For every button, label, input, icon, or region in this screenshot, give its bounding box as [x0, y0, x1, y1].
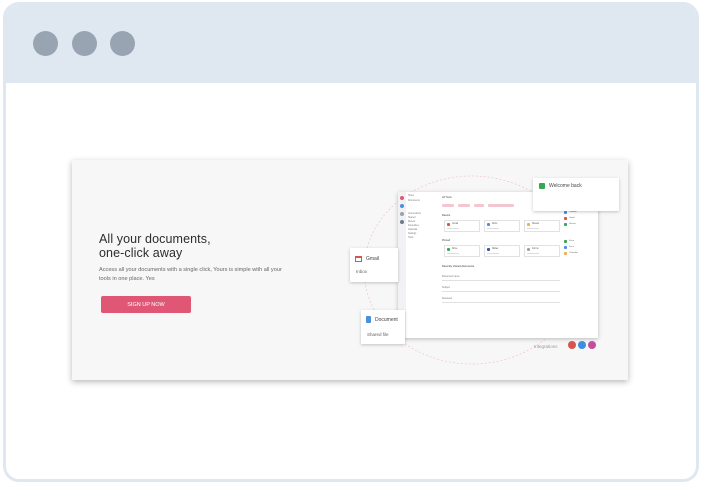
window-maximize-dot[interactable]: [110, 31, 135, 56]
tile-subline: [527, 253, 539, 254]
app-preview-window: Home Documents Connections Shared Recent…: [398, 192, 598, 338]
headline-line-2: one-click away: [99, 246, 183, 260]
nav-item: Favourites: [408, 225, 419, 227]
docs-icon: [487, 223, 490, 226]
rail-app-icon: [400, 204, 404, 208]
gmail-icon: [355, 256, 362, 262]
sheets-icon: [564, 223, 567, 226]
browser-titlebar: [6, 5, 696, 83]
app-tile[interactable]: Drive: [444, 245, 480, 257]
forms-icon: [527, 248, 530, 251]
tile-subline: [447, 253, 459, 254]
side-item: Calendar: [569, 252, 578, 254]
tile-label: Forms: [532, 248, 539, 250]
docs-card: Document Shared file: [361, 310, 405, 344]
gmail-icon: [447, 223, 450, 226]
sheets-icon: [527, 223, 530, 226]
app-tile[interactable]: Slides: [484, 245, 520, 257]
window-close-dot[interactable]: [33, 31, 58, 56]
nav-item: Recent: [408, 221, 416, 223]
filter-pill[interactable]: [488, 204, 514, 207]
drive-icon: [564, 240, 567, 243]
side-item: Drive: [569, 240, 575, 242]
side-item: Docs: [569, 246, 574, 248]
app-tile[interactable]: Forms: [524, 245, 560, 257]
outlook-icon: [564, 211, 567, 214]
app-title: All Tools: [442, 196, 452, 199]
slides-icon: [487, 248, 490, 251]
docs-icon: [366, 316, 371, 323]
docs-card-title: Document: [375, 317, 398, 323]
docs-icon: [564, 246, 567, 249]
filter-pill[interactable]: [442, 204, 454, 207]
headline-line-1: All your documents,: [99, 232, 211, 246]
window-minimize-dot[interactable]: [72, 31, 97, 56]
tile-subline: [447, 228, 459, 229]
app-tile[interactable]: Sheets: [524, 220, 560, 232]
signup-button[interactable]: SIGN UP NOW: [101, 296, 191, 313]
doc-field[interactable]: Document name: [442, 274, 560, 281]
section-title: Pinned: [442, 239, 451, 242]
section-title: Recently shared documents: [442, 265, 475, 268]
gmail-card: Gmail Inbox: [350, 248, 398, 282]
spreadsheet-icon: [539, 183, 545, 189]
tile-label: Slides: [492, 248, 499, 250]
nav-item: Settings: [408, 233, 417, 235]
nav-item: Shared: [408, 217, 416, 219]
app-tile[interactable]: Docs: [484, 220, 520, 232]
tile-subline: [487, 228, 499, 229]
tile-label: Gmail: [452, 223, 458, 225]
hero-subtext: Access all your documents with a single …: [99, 267, 282, 282]
tile-label: Docs: [492, 223, 498, 225]
teams-icon: [588, 341, 596, 349]
nav-item: Tools: [408, 237, 414, 239]
filter-pill[interactable]: [474, 204, 484, 207]
gmail-card-subtitle: Inbox: [356, 269, 368, 274]
doc-field[interactable]: Received: [442, 296, 560, 303]
side-item: Outlook: [569, 211, 577, 213]
app-side-panel: Outlook Gmail Sheets Drive Docs Calendar: [564, 206, 594, 286]
calendar-icon: [564, 252, 567, 255]
chrome-icon: [568, 341, 576, 349]
tile-subline: [487, 253, 499, 254]
nav-item: Connections: [408, 213, 421, 215]
tile-label: Sheets: [532, 223, 540, 225]
edge-icon: [578, 341, 586, 349]
side-item: Sheets: [569, 223, 576, 225]
tile-subline: [527, 228, 539, 229]
doc-field[interactable]: Subject: [442, 285, 560, 292]
gmail-card-title: Gmail: [366, 256, 380, 262]
filter-pill[interactable]: [458, 204, 470, 207]
nav-item: Documents: [408, 200, 420, 202]
app-tile[interactable]: Gmail: [444, 220, 480, 232]
app-logo-icon: [400, 196, 404, 200]
gmail-icon: [564, 217, 567, 220]
side-item: Gmail: [569, 217, 575, 219]
nav-item: Calendar: [408, 229, 418, 231]
app-nav: Home Documents Connections Shared Recent…: [408, 195, 438, 315]
docs-card-subtitle: Shared file: [367, 332, 389, 337]
hero-card: All your documents, one-click away Acces…: [72, 160, 628, 380]
drive-icon: [447, 248, 450, 251]
hero-headline: All your documents, one-click away: [99, 232, 299, 260]
rail-app-icon: [400, 212, 404, 216]
integrations-label: Integrations: [534, 344, 558, 349]
rail-app-icon: [400, 220, 404, 224]
section-title: Recent: [442, 214, 451, 217]
nav-item: Home: [408, 195, 415, 197]
welcome-card-title: Welcome back: [549, 183, 582, 189]
tile-label: Drive: [452, 248, 458, 250]
welcome-card: Welcome back: [533, 178, 619, 211]
